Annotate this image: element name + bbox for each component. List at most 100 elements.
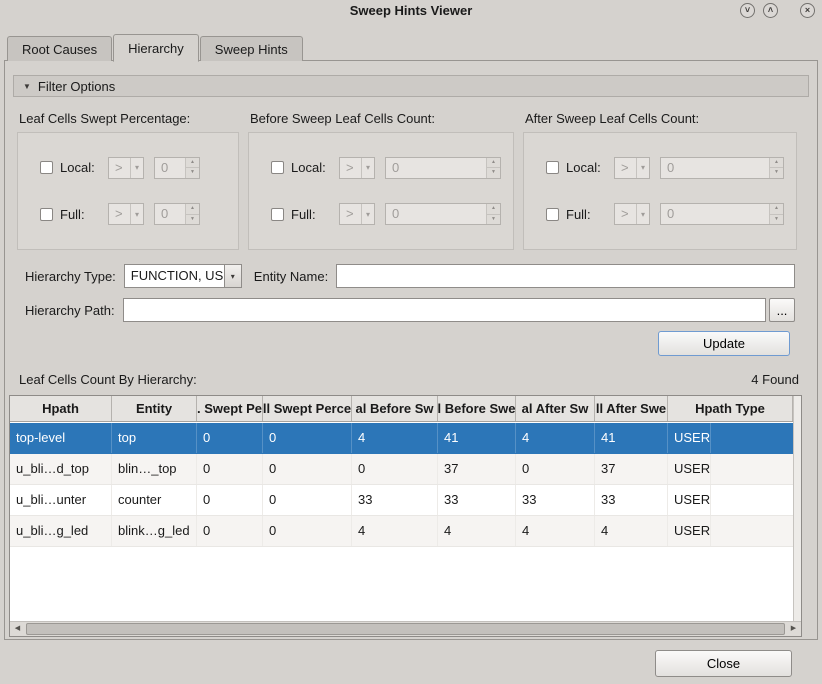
dropdown-arrow-icon: ▾	[636, 204, 649, 224]
horizontal-scrollbar-track[interactable]	[25, 622, 786, 636]
spin-down-icon[interactable]: ▼	[487, 168, 500, 178]
column-header-hpath[interactable]: Hpath	[10, 396, 112, 421]
spin-up-icon[interactable]: ▲	[770, 204, 783, 215]
spin-down-icon[interactable]: ▼	[487, 215, 500, 225]
local-operator-combobox[interactable]: > ▾	[339, 157, 375, 179]
entity-name-label: Entity Name:	[254, 269, 328, 284]
full-value-spinbox[interactable]: 0 ▲ ▼	[154, 203, 200, 225]
tab-sweep-hints[interactable]: Sweep Hints	[200, 36, 303, 61]
full-checkbox[interactable]	[271, 208, 284, 221]
hierarchy-type-row: Hierarchy Type: FUNCTION, USER ▾ Entity …	[25, 264, 795, 288]
dropdown-arrow-icon: ▾	[130, 158, 143, 178]
table-row[interactable]: u_bli…d_top blin…_top 0 0 0 37 0 37 USER	[10, 454, 793, 485]
update-button[interactable]: Update	[658, 331, 790, 356]
hierarchy-type-label: Hierarchy Type:	[25, 269, 116, 284]
window-minimize-button[interactable]: ˅	[740, 3, 755, 18]
scroll-left-icon[interactable]: ◀	[10, 622, 25, 636]
results-label: Leaf Cells Count By Hierarchy:	[19, 372, 197, 387]
hierarchy-tab-panel: ▼ Filter Options Leaf Cells Swept Percen…	[4, 60, 818, 640]
local-value-spinbox[interactable]: 0 ▲ ▼	[660, 157, 784, 179]
group-box: Local: > ▾ 0 ▲ ▼ Full:	[248, 132, 514, 250]
full-label: Full:	[566, 207, 614, 222]
full-value-spinbox[interactable]: 0 ▲ ▼	[660, 203, 784, 225]
spin-down-icon[interactable]: ▼	[770, 168, 783, 178]
full-checkbox[interactable]	[546, 208, 559, 221]
hierarchy-type-combobox[interactable]: FUNCTION, USER ▾	[124, 264, 242, 288]
tab-hierarchy[interactable]: Hierarchy	[113, 34, 199, 62]
spin-down-icon[interactable]: ▼	[186, 168, 199, 178]
spin-up-icon[interactable]: ▲	[487, 204, 500, 215]
spin-up-icon[interactable]: ▲	[770, 158, 783, 169]
local-checkbox[interactable]	[546, 161, 559, 174]
column-header-local-swept-percentage[interactable]: . Swept Pe	[197, 396, 263, 421]
local-checkbox[interactable]	[40, 161, 53, 174]
dropdown-arrow-icon: ▾	[130, 204, 143, 224]
dropdown-arrow-icon: ▾	[361, 158, 374, 178]
full-operator-combobox[interactable]: > ▾	[339, 203, 375, 225]
spinner-buttons: ▲ ▼	[486, 204, 500, 224]
dropdown-arrow-icon[interactable]: ▾	[224, 265, 241, 287]
tab-root-causes[interactable]: Root Causes	[7, 36, 112, 61]
full-filter-row: Full: > ▾ 0 ▲ ▼	[40, 202, 226, 226]
spin-down-icon[interactable]: ▼	[770, 215, 783, 225]
spin-down-icon[interactable]: ▼	[186, 215, 199, 225]
filter-group-before-sweep: Before Sweep Leaf Cells Count: Local: > …	[248, 111, 514, 250]
group-box: Local: > ▾ 0 ▲ ▼ Full:	[523, 132, 797, 250]
spin-up-icon[interactable]: ▲	[186, 158, 199, 169]
full-filter-row: Full: > ▾ 0 ▲ ▼	[271, 202, 501, 226]
table-header-row: Hpath Entity . Swept Pe ll Swept Perce a…	[10, 396, 793, 422]
spin-up-icon[interactable]: ▲	[487, 158, 500, 169]
local-label: Local:	[291, 160, 339, 175]
spinner-buttons: ▲ ▼	[769, 158, 783, 178]
close-button[interactable]: Close	[655, 650, 792, 677]
local-value-spinbox[interactable]: 0 ▲ ▼	[385, 157, 501, 179]
filter-options-label: Filter Options	[38, 79, 115, 94]
column-header-entity[interactable]: Entity	[112, 396, 197, 421]
local-label: Local:	[566, 160, 614, 175]
horizontal-scrollbar-thumb[interactable]	[26, 623, 785, 635]
group-box: Local: > ▾ 0 ▲ ▼ Full:	[17, 132, 239, 250]
scroll-right-icon[interactable]: ▶	[786, 622, 801, 636]
hierarchy-path-input[interactable]	[123, 298, 766, 322]
column-header-hpath-type[interactable]: Hpath Type	[668, 396, 793, 421]
local-label: Local:	[60, 160, 108, 175]
group-title: Leaf Cells Swept Percentage:	[17, 111, 239, 126]
results-count: 4 Found	[751, 372, 799, 387]
horizontal-scrollbar[interactable]: ◀ ▶	[10, 621, 801, 636]
dropdown-arrow-icon: ▾	[361, 204, 374, 224]
expander-arrow-icon: ▼	[23, 82, 31, 91]
column-header-full-after-sweep[interactable]: ll After Swe	[595, 396, 668, 421]
entity-name-input[interactable]	[336, 264, 795, 288]
full-operator-combobox[interactable]: > ▾	[614, 203, 650, 225]
filter-groups: Leaf Cells Swept Percentage: Local: > ▾ …	[17, 111, 797, 250]
table-row[interactable]: top-level top 0 0 4 41 4 41 USER	[10, 423, 793, 454]
full-checkbox[interactable]	[40, 208, 53, 221]
window-title: Sweep Hints Viewer	[350, 3, 473, 18]
column-header-full-before-sweep[interactable]: l Before Swe	[438, 396, 516, 421]
column-header-local-after-sweep[interactable]: al After Sw	[516, 396, 595, 421]
title-bar: Sweep Hints Viewer ˅ ˄ ×	[0, 0, 822, 22]
local-filter-row: Local: > ▾ 0 ▲ ▼	[546, 156, 784, 180]
spinner-buttons: ▲ ▼	[185, 204, 199, 224]
group-title: After Sweep Leaf Cells Count:	[523, 111, 797, 126]
window-close-button[interactable]: ×	[800, 3, 815, 18]
vertical-scrollbar[interactable]	[793, 396, 801, 621]
spin-up-icon[interactable]: ▲	[186, 204, 199, 215]
full-value-spinbox[interactable]: 0 ▲ ▼	[385, 203, 501, 225]
window-controls: ˅ ˄ ×	[732, 3, 815, 18]
full-operator-combobox[interactable]: > ▾	[108, 203, 144, 225]
local-checkbox[interactable]	[271, 161, 284, 174]
column-header-local-before-sweep[interactable]: al Before Sw	[352, 396, 438, 421]
browse-button[interactable]: ...	[769, 298, 795, 322]
table-row[interactable]: u_bli…unter counter 0 0 33 33 33 33 USER	[10, 485, 793, 516]
filter-options-expander[interactable]: ▼ Filter Options	[13, 75, 809, 97]
local-operator-combobox[interactable]: > ▾	[108, 157, 144, 179]
table-row[interactable]: u_bli…g_led blink…g_led 0 0 4 4 4 4 USER	[10, 516, 793, 547]
window-maximize-button[interactable]: ˄	[763, 3, 778, 18]
spinner-buttons: ▲ ▼	[185, 158, 199, 178]
full-filter-row: Full: > ▾ 0 ▲ ▼	[546, 202, 784, 226]
local-filter-row: Local: > ▾ 0 ▲ ▼	[271, 156, 501, 180]
column-header-full-swept-percentage[interactable]: ll Swept Perce	[263, 396, 352, 421]
local-value-spinbox[interactable]: 0 ▲ ▼	[154, 157, 200, 179]
local-operator-combobox[interactable]: > ▾	[614, 157, 650, 179]
